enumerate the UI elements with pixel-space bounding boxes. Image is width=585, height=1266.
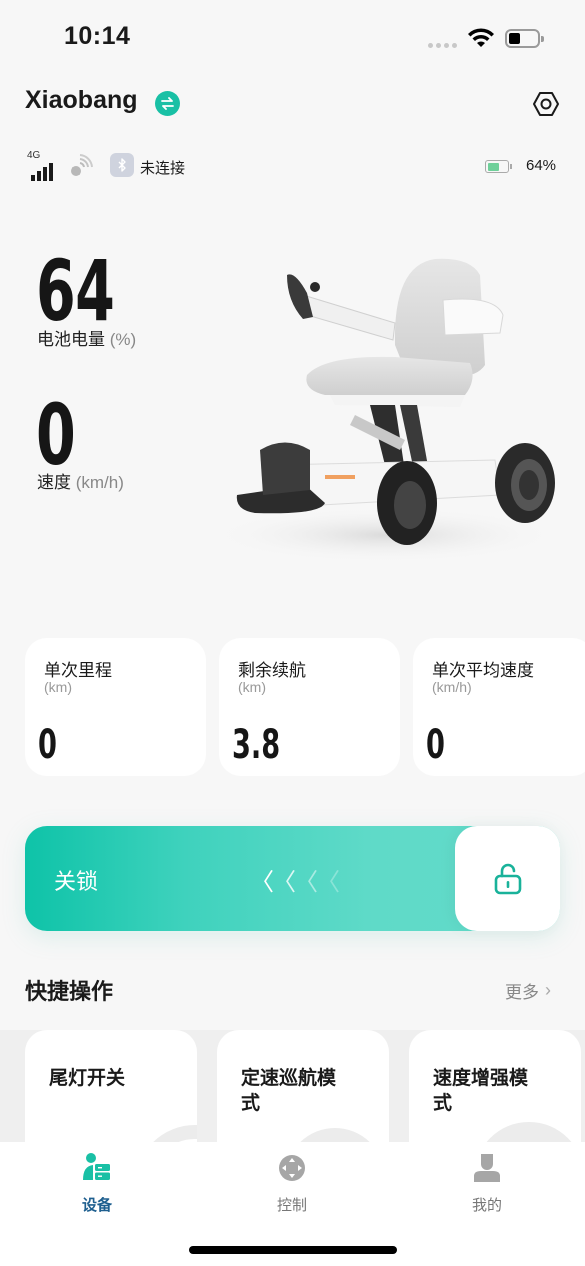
unlock-icon <box>494 863 521 894</box>
metric-title: 单次平均速度 <box>432 661 534 680</box>
metric-card-trip-distance: 单次里程 (km) 0 <box>25 638 206 776</box>
tab-label: 我的 <box>471 1197 502 1214</box>
metric-card-avg-speed: 单次平均速度 (km/h) 0 <box>413 638 585 776</box>
speed-label: 速度 (km/h) <box>37 468 124 493</box>
slide-chevrons: 〈 〈 〈 〈 <box>250 862 340 897</box>
quick-action-title: 速度增强模式 <box>433 1068 529 1114</box>
tab-device[interactable]: 设备 <box>37 1152 157 1222</box>
more-link[interactable]: 更多 › <box>505 978 551 1003</box>
chevron-left-icon: 〈 <box>272 869 296 896</box>
control-pad-icon <box>279 1155 305 1181</box>
switch-device-button[interactable] <box>155 91 180 116</box>
lock-slider[interactable]: 关锁 〈 〈 〈 〈 <box>25 826 560 931</box>
home-indicator <box>189 1246 397 1254</box>
battery-label: 电池电量 (%) <box>37 325 136 350</box>
quick-action-title: 定速巡航模式 <box>241 1068 337 1114</box>
chevron-left-icon: 〈 <box>250 869 274 896</box>
connection-row: 4G 未连接 64% <box>25 148 560 184</box>
tab-mine[interactable]: 我的 <box>427 1152 547 1222</box>
bluetooth-status: 未连接 <box>140 160 186 177</box>
wheelchair-illustration <box>210 258 560 563</box>
metric-unit: (km/h) <box>432 679 472 695</box>
tab-control[interactable]: 控制 <box>232 1152 352 1222</box>
quick-action-title: 尾灯开关 <box>49 1068 126 1089</box>
user-icon <box>474 1154 500 1182</box>
battery-label-text: 电池电量 <box>37 330 105 349</box>
metric-value: 3.8 <box>232 722 281 768</box>
status-bar: 10:14 <box>0 0 585 80</box>
lock-slider-handle[interactable] <box>455 826 560 931</box>
signal-dots-icon <box>428 43 457 48</box>
device-icon <box>83 1153 110 1180</box>
metric-title: 剩余续航 <box>238 661 306 680</box>
lock-label: 关锁 <box>54 869 99 894</box>
cellular-signal-icon: 4G <box>27 150 53 181</box>
chevron-left-icon: 〈 <box>294 869 318 896</box>
metric-unit: (km) <box>238 679 266 695</box>
metric-unit: (km) <box>44 679 72 695</box>
swap-arrows-icon <box>161 97 174 110</box>
bluetooth-icon[interactable] <box>110 153 134 177</box>
hex-settings-icon[interactable] <box>532 90 560 118</box>
metric-title: 单次里程 <box>44 661 112 680</box>
chevron-right-icon: › <box>545 980 551 1000</box>
quick-actions-title: 快捷操作 <box>25 979 114 1004</box>
battery-percent: 64% <box>526 157 557 174</box>
tab-label: 控制 <box>276 1197 307 1214</box>
chevron-left-icon: 〈 <box>316 869 340 896</box>
device-name: Xiaobang <box>25 86 138 114</box>
network-label: 4G <box>27 150 41 161</box>
metric-cards: 单次里程 (km) 0 剩余续航 (km) 3.8 单次平均速度 (km/h) … <box>25 638 585 776</box>
satellite-icon <box>71 154 93 176</box>
battery-unit: (%) <box>109 330 137 349</box>
more-label: 更多 <box>505 983 539 1002</box>
metric-value: 0 <box>38 722 57 768</box>
wifi-icon <box>468 28 494 47</box>
metric-card-remaining-range: 剩余续航 (km) 3.8 <box>219 638 400 776</box>
speed-label-text: 速度 <box>37 473 71 492</box>
battery-icon <box>485 160 512 173</box>
tab-label: 设备 <box>81 1197 112 1214</box>
metric-value: 0 <box>426 722 445 768</box>
status-time: 10:14 <box>64 22 131 50</box>
speed-unit: (km/h) <box>75 473 124 492</box>
battery-icon <box>505 29 544 48</box>
